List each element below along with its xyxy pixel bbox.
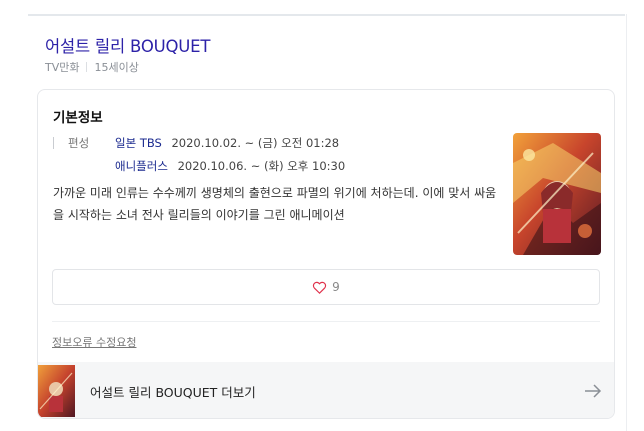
card-divider [52, 321, 600, 322]
thumbnail-artwork [38, 365, 75, 417]
broadcast-time: 2020.10.06. ~ (화) 오후 10:30 [177, 159, 346, 173]
right-divider [626, 14, 627, 431]
broadcast-time: 2020.10.02. ~ (금) 오전 01:28 [171, 136, 340, 150]
meta-separator [86, 62, 88, 72]
thumbnail-image [38, 365, 75, 417]
channel-link[interactable]: 애니플러스 [115, 159, 168, 173]
age-rating: 15세이상 [94, 61, 139, 74]
top-divider [28, 14, 625, 16]
like-count: 9 [332, 280, 340, 294]
schedule-label-bar [53, 137, 54, 149]
synopsis-text: 가까운 미래 인류는 수수께끼 생명체의 출현으로 파멸의 위기에 처하는데. … [53, 186, 497, 222]
program-title[interactable]: 어설트 릴리 BOUQUET [45, 33, 210, 57]
like-button[interactable]: 9 [52, 269, 600, 305]
more-button[interactable]: 어설트 릴리 BOUQUET 더보기 [38, 362, 614, 418]
schedule-row: 일본 TBS 2020.10.02. ~ (금) 오전 01:28 [115, 135, 339, 151]
schedule-row: 애니플러스 2020.10.06. ~ (화) 오후 10:30 [115, 158, 345, 174]
arrow-right-icon [584, 384, 602, 398]
info-card: 기본정보 편성 일본 TBS 2020.10.02. ~ (금) 오전 01:2… [37, 89, 615, 419]
section-title: 기본정보 [53, 110, 103, 126]
more-label: 어설트 릴리 BOUQUET 더보기 [90, 384, 256, 400]
program-meta: TV만화 15세이상 [45, 59, 139, 75]
report-error-link[interactable]: 정보오류 수정요청 [52, 334, 136, 350]
poster-image[interactable] [513, 133, 601, 255]
schedule-label: 편성 [68, 136, 90, 150]
genre-label: TV만화 [45, 61, 80, 74]
poster-artwork [513, 133, 601, 255]
channel-link[interactable]: 일본 TBS [115, 136, 162, 150]
heart-icon [313, 281, 327, 294]
